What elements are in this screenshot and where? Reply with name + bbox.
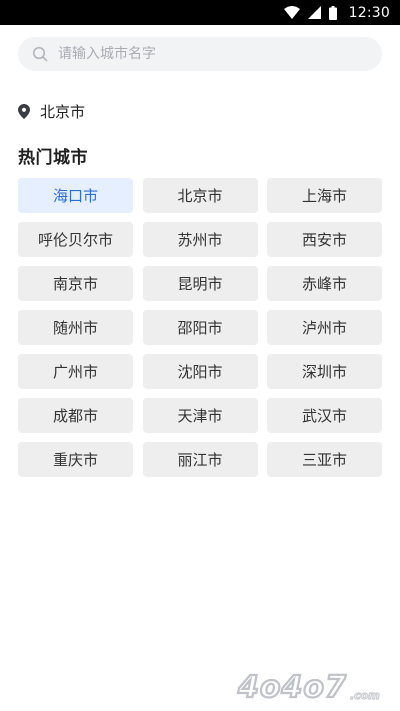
city-button[interactable]: 上海市 xyxy=(267,178,382,213)
hot-cities-title: 热门城市 xyxy=(18,148,88,168)
city-button[interactable]: 北京市 xyxy=(142,178,258,213)
city-button[interactable]: 天津市 xyxy=(142,398,258,433)
search-icon xyxy=(32,46,48,62)
site-logo: 4o4o7 .com xyxy=(236,669,380,706)
city-button[interactable]: 苏州市 xyxy=(142,222,258,257)
status-bar: 12:30 xyxy=(0,0,400,25)
city-button[interactable]: 重庆市 xyxy=(18,442,133,477)
city-button[interactable]: 泸州市 xyxy=(267,310,382,345)
city-button[interactable]: 丽江市 xyxy=(142,442,258,477)
svg-text:.com: .com xyxy=(350,689,380,702)
status-icons: 12:30 xyxy=(283,0,390,25)
city-button[interactable]: 广州市 xyxy=(18,354,133,389)
city-button[interactable]: 深圳市 xyxy=(267,354,382,389)
battery-icon xyxy=(328,5,337,20)
wifi-icon xyxy=(283,6,300,19)
current-location-label: 北京市 xyxy=(40,102,86,121)
city-button[interactable]: 呼伦贝尔市 xyxy=(18,222,133,257)
city-button[interactable]: 武汉市 xyxy=(267,398,382,433)
svg-text:4o4o7: 4o4o7 xyxy=(237,670,347,705)
city-button[interactable]: 随州市 xyxy=(18,310,133,345)
signal-icon xyxy=(307,6,321,19)
city-button[interactable]: 西安市 xyxy=(267,222,382,257)
search-input[interactable] xyxy=(58,46,358,62)
status-time: 12:30 xyxy=(348,4,390,21)
current-location[interactable]: 北京市 xyxy=(18,100,85,122)
city-button[interactable]: 成都市 xyxy=(18,398,133,433)
city-button-selected[interactable]: 海口市 xyxy=(18,178,133,213)
city-button[interactable]: 昆明市 xyxy=(142,266,258,301)
city-button[interactable]: 南京市 xyxy=(18,266,133,301)
location-pin-icon xyxy=(18,103,30,119)
city-button[interactable]: 三亚市 xyxy=(267,442,382,477)
search-bar[interactable] xyxy=(18,37,382,71)
city-button[interactable]: 沈阳市 xyxy=(142,354,258,389)
hot-cities-grid: 海口市 北京市 上海市 呼伦贝尔市 苏州市 西安市 南京市 昆明市 赤峰市 随州… xyxy=(18,178,382,477)
city-button[interactable]: 邵阳市 xyxy=(142,310,258,345)
city-button[interactable]: 赤峰市 xyxy=(267,266,382,301)
